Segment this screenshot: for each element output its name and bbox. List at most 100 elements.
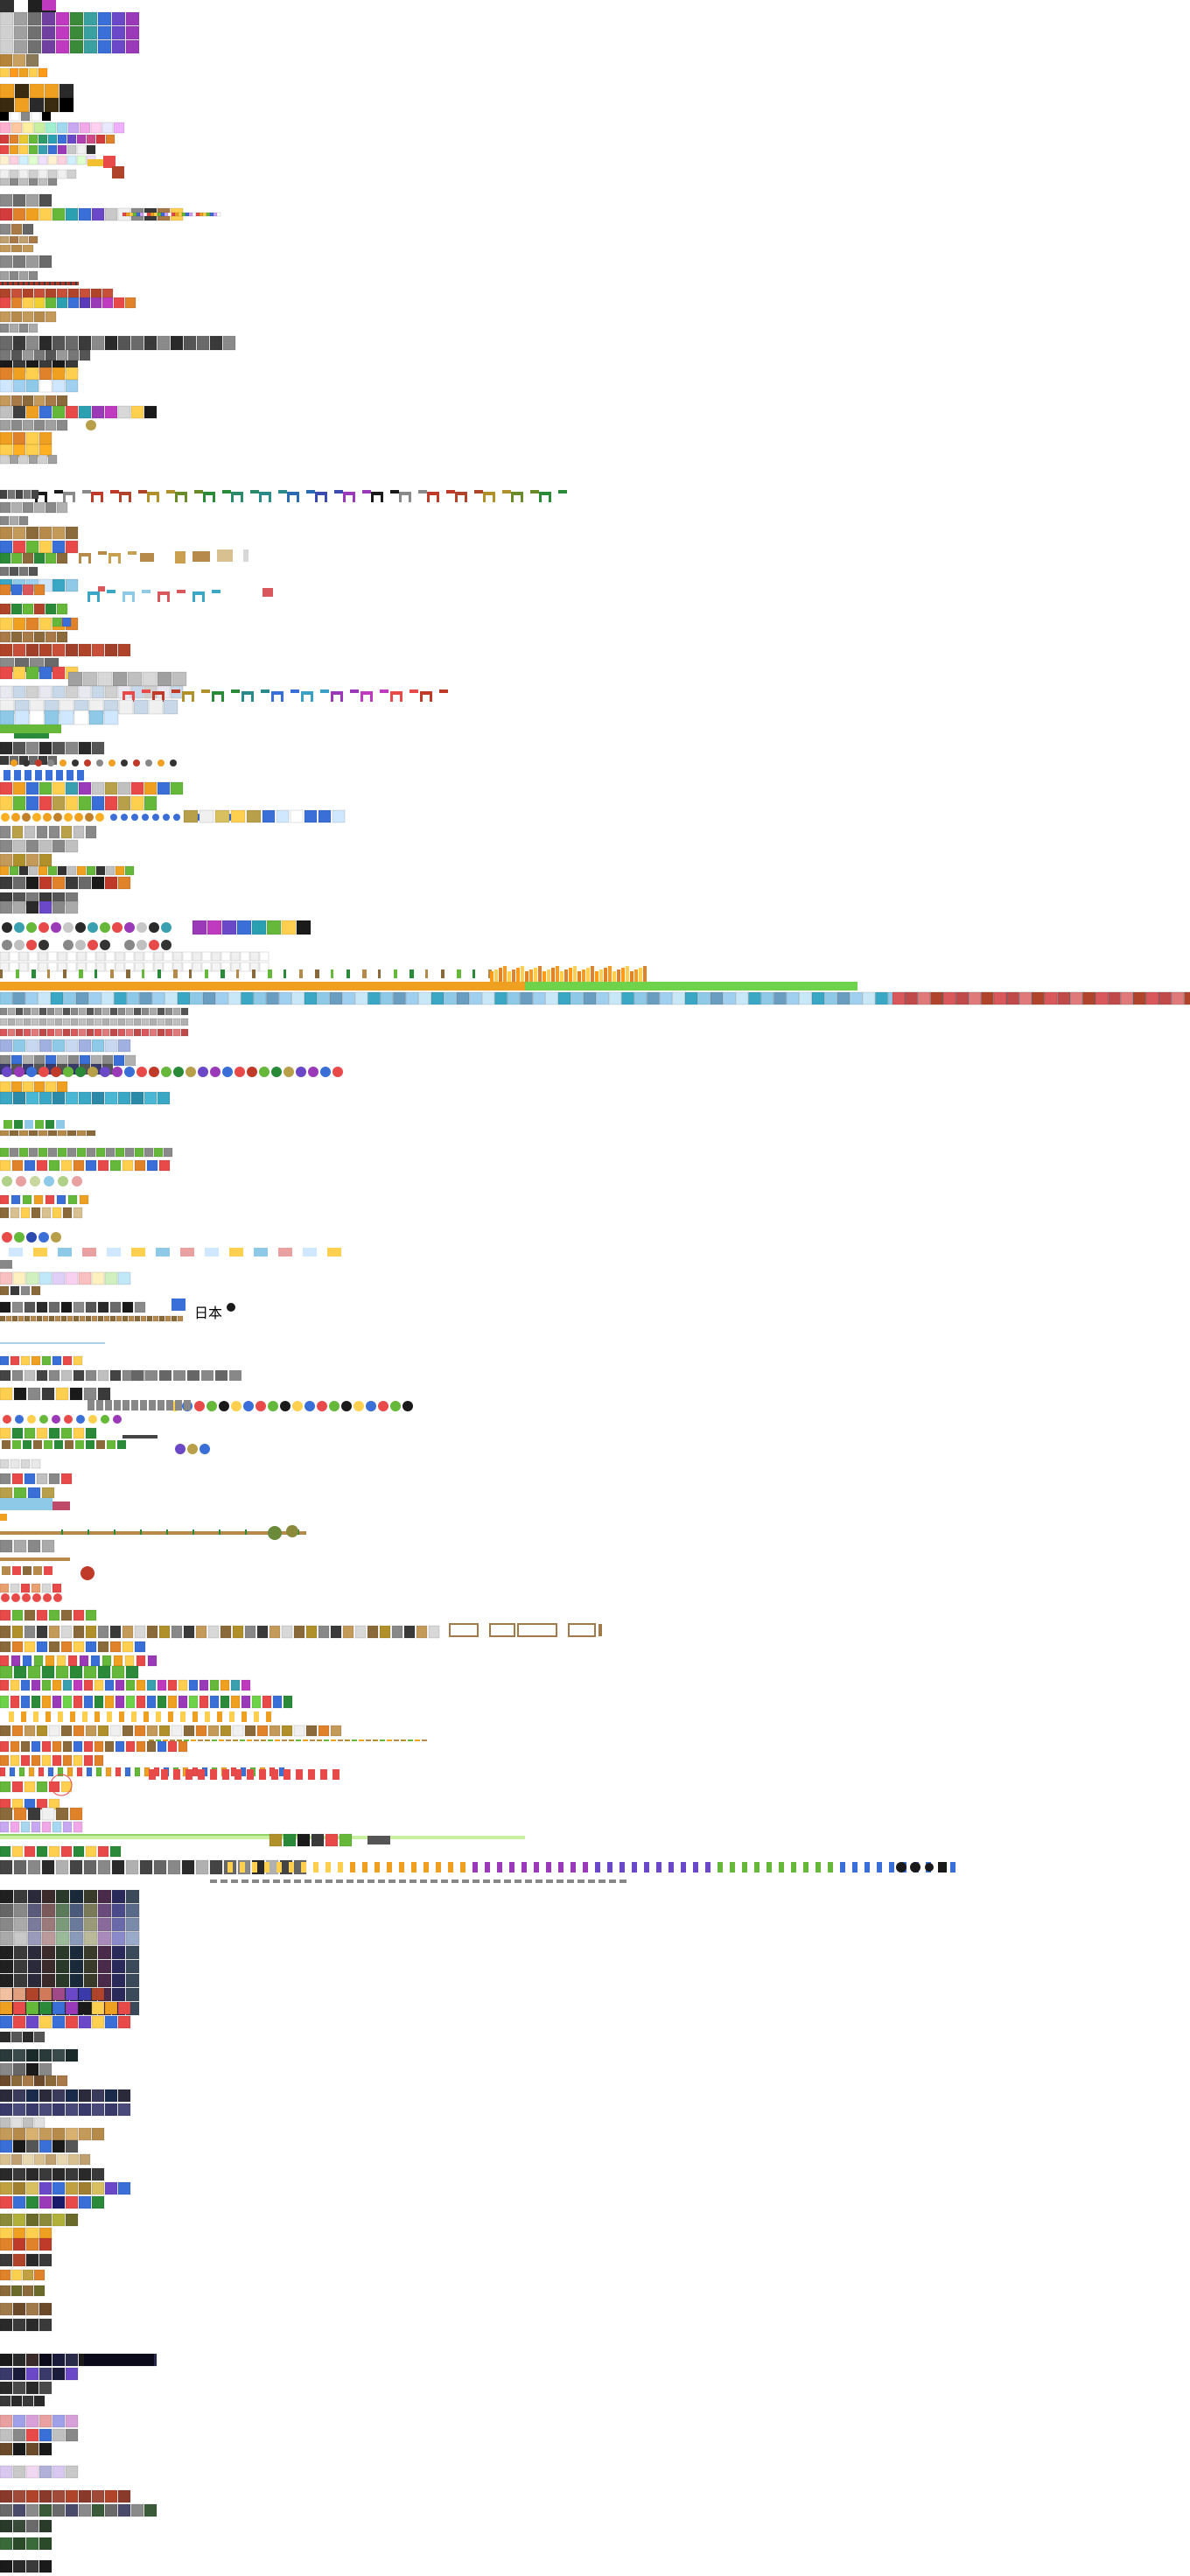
stone-tile <box>0 419 11 431</box>
stone-tile <box>45 501 57 514</box>
sand-tile <box>65 2127 79 2141</box>
wood-tile <box>0 235 10 244</box>
arrow-icon <box>170 760 177 766</box>
pastel-flag <box>156 1248 170 1256</box>
ring-icon <box>60 825 73 839</box>
stone-tile <box>9 515 19 526</box>
night-tile <box>65 2367 79 2381</box>
colored-orb <box>14 1067 24 1077</box>
item-sprite <box>134 1641 146 1653</box>
bush-orb <box>286 1525 298 1537</box>
gem-block <box>12 2195 26 2209</box>
stone-slab <box>598 1880 606 1883</box>
gem-sprite <box>113 1655 123 1667</box>
machine-part <box>12 900 26 914</box>
gem-block <box>221 920 237 935</box>
dark-tile <box>0 2318 13 2332</box>
dirt-tile <box>52 1207 62 1219</box>
fruit-orb <box>14 1232 24 1242</box>
mushroom-sprite <box>67 1194 78 1205</box>
blank-tile <box>182 951 192 962</box>
grass-tuft <box>219 1530 220 1535</box>
food-sprite <box>24 1725 36 1737</box>
tree-sprite <box>23 1440 32 1449</box>
gem-block <box>296 920 312 935</box>
dark-tile <box>0 2395 11 2407</box>
gem-block <box>0 2015 13 2029</box>
sign-tile <box>88 159 105 166</box>
grass-tile <box>22 552 34 564</box>
gem-block <box>95 134 106 144</box>
stone-slab <box>494 1880 500 1883</box>
red-sign-tile <box>46 1028 55 1037</box>
leaf-sprite <box>24 1845 36 1858</box>
plant-sprite <box>83 1665 97 1679</box>
tree-sprite <box>2 1440 10 1449</box>
tool-icon <box>47 865 58 876</box>
torch-sprite <box>276 1862 282 1872</box>
ice-cream-sprite <box>131 1712 136 1722</box>
rainbow-line <box>209 212 214 217</box>
ice-sign-tile <box>101 991 115 1005</box>
furniture-sprite <box>122 1625 134 1639</box>
bracket-piece <box>371 492 374 502</box>
gem-block <box>56 297 68 309</box>
machine-part <box>67 349 80 361</box>
heart-icon <box>11 1593 20 1602</box>
metal-tile <box>112 671 128 687</box>
dark-tile <box>12 2253 26 2267</box>
red-sign-tile <box>1120 991 1134 1005</box>
ice-tile <box>74 710 89 725</box>
machine-part <box>170 335 184 351</box>
red-sign-tile <box>0 1028 8 1037</box>
dark-terrain-tile <box>55 1945 70 1960</box>
info-tile <box>0 781 13 795</box>
ice-sign-tile <box>786 991 800 1005</box>
warning-sign <box>0 1387 13 1401</box>
sign-tile <box>0 1427 11 1439</box>
stone-slab <box>13 1859 27 1875</box>
candle-sprite <box>47 1767 54 1777</box>
grass-strip <box>490 982 858 990</box>
candle-sprite <box>234 1769 242 1780</box>
dirt-tile <box>73 1207 83 1219</box>
tool-icon <box>20 1285 31 1296</box>
metal-tile <box>97 671 113 687</box>
bracket-piece <box>320 690 329 693</box>
plant-sprite <box>220 1695 230 1709</box>
colored-orb <box>51 1067 61 1077</box>
dark-tile <box>36 1301 48 1313</box>
gem-block <box>144 405 158 419</box>
gem-sprite <box>56 1655 66 1667</box>
blank-tile <box>47 951 58 962</box>
food-sprite <box>122 1725 134 1737</box>
ice-cream-sprite <box>58 1712 63 1722</box>
roof-sprite <box>145 1370 158 1381</box>
plant-sprite <box>13 1665 27 1679</box>
stone-slab <box>368 1880 374 1883</box>
candle-sprite <box>18 1767 25 1777</box>
ice-sign-tile <box>621 991 634 1005</box>
badge-orb <box>317 1401 327 1411</box>
metal-tile <box>149 1007 158 1016</box>
ice-tile <box>59 710 74 725</box>
rail-sprite <box>128 1315 135 1322</box>
info-tile <box>65 795 79 811</box>
dark-tile <box>104 876 118 890</box>
colored-orb <box>38 1067 49 1077</box>
mushroom-sprite <box>0 1194 10 1205</box>
bracket-piece <box>118 553 121 564</box>
vine-sprite <box>212 1740 217 1741</box>
gem-block <box>18 144 29 155</box>
stone-tile <box>22 419 34 431</box>
ice-cream-sprite <box>107 1712 112 1722</box>
rail-sprite <box>146 1315 153 1322</box>
fruit-sprite <box>36 1609 48 1621</box>
fire-sprite <box>617 970 620 982</box>
gem-block <box>25 2015 39 2029</box>
button-orb <box>112 940 122 950</box>
info-tile <box>290 809 304 823</box>
ice-sign-tile <box>507 991 521 1005</box>
wood-tile <box>25 526 39 540</box>
colored-orb <box>222 1067 233 1077</box>
